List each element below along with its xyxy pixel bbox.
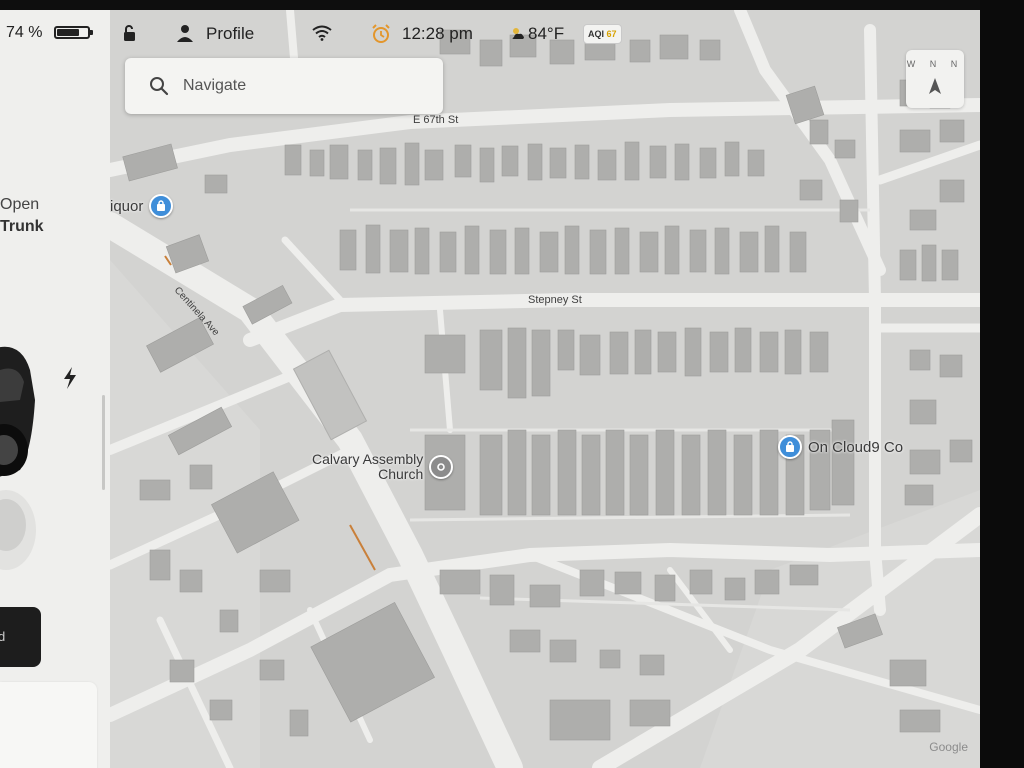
screen-bezel-top bbox=[0, 0, 1024, 10]
screen-bezel-right bbox=[980, 0, 1024, 768]
car-image bbox=[0, 346, 36, 570]
aqi-value: 67 bbox=[606, 29, 617, 39]
battery-fill bbox=[57, 29, 80, 36]
google-attribution: Google bbox=[929, 740, 968, 754]
search-icon bbox=[150, 77, 169, 96]
clock: 12:28 pm bbox=[402, 24, 473, 43]
battery-icon bbox=[54, 26, 90, 39]
map-view[interactable]: E 67th St Stepney St Centinela Ave iquor… bbox=[110, 10, 980, 768]
partly-sunny-icon bbox=[512, 28, 524, 39]
search-placeholder: Navigate bbox=[183, 77, 247, 94]
profile-icon[interactable] bbox=[176, 23, 194, 43]
poi-label-line1: Calvary Assembly bbox=[312, 451, 424, 467]
navigate-search-input[interactable]: Navigate bbox=[125, 58, 443, 114]
status-bar: 74 % Profile 12:28 pm 84°F AQI 67 bbox=[0, 10, 980, 52]
church-pin-icon bbox=[429, 455, 454, 479]
wifi-icon[interactable] bbox=[312, 25, 332, 41]
shopping-bag-pin-icon bbox=[149, 194, 174, 218]
poi-on-cloud9[interactable]: On Cloud9 Co bbox=[778, 435, 903, 459]
aqi-badge: AQI 67 bbox=[583, 24, 622, 44]
street-label-e-67th-st: E 67th St bbox=[413, 114, 459, 126]
poi-label: iquor bbox=[110, 197, 144, 215]
map-canvas[interactable] bbox=[110, 10, 980, 768]
alarm-clock-icon[interactable] bbox=[371, 24, 391, 44]
trunk-action-label: Open bbox=[0, 196, 40, 213]
shopping-bag-pin-icon bbox=[778, 435, 802, 459]
poi-label: On Cloud9 Co bbox=[808, 438, 904, 456]
poi-liquor-store[interactable]: iquor bbox=[110, 194, 174, 218]
street-label-stepney-st: Stepney St bbox=[528, 294, 582, 306]
north-arrow-icon bbox=[929, 78, 941, 94]
open-trunk-button[interactable]: Open Trunk bbox=[0, 194, 44, 238]
poi-label-line2: Church bbox=[378, 466, 424, 482]
outside-temperature: 84°F bbox=[528, 24, 565, 43]
trunk-title-label: Trunk bbox=[0, 218, 44, 235]
charging-bolt-icon bbox=[64, 367, 76, 389]
battery-nub bbox=[90, 30, 93, 35]
poi-label: Calvary Assembly Church bbox=[312, 452, 423, 482]
aqi-label: AQI bbox=[588, 29, 605, 39]
vehicle-control-button[interactable]: d bbox=[0, 607, 41, 667]
poi-calvary-assembly-church[interactable]: Calvary Assembly Church bbox=[312, 452, 454, 482]
vehicle-panel: Open Trunk d bbox=[0, 10, 110, 768]
tesla-screen: E 67th St Stepney St Centinela Ave iquor… bbox=[0, 0, 1024, 768]
profile-button[interactable]: Profile bbox=[206, 24, 254, 44]
compass-button[interactable]: W N N bbox=[906, 50, 964, 108]
bottom-card[interactable] bbox=[0, 682, 97, 768]
panel-scrollbar[interactable] bbox=[102, 395, 105, 490]
battery-percent: 74 % bbox=[6, 24, 43, 41]
unlock-icon[interactable] bbox=[120, 24, 138, 42]
